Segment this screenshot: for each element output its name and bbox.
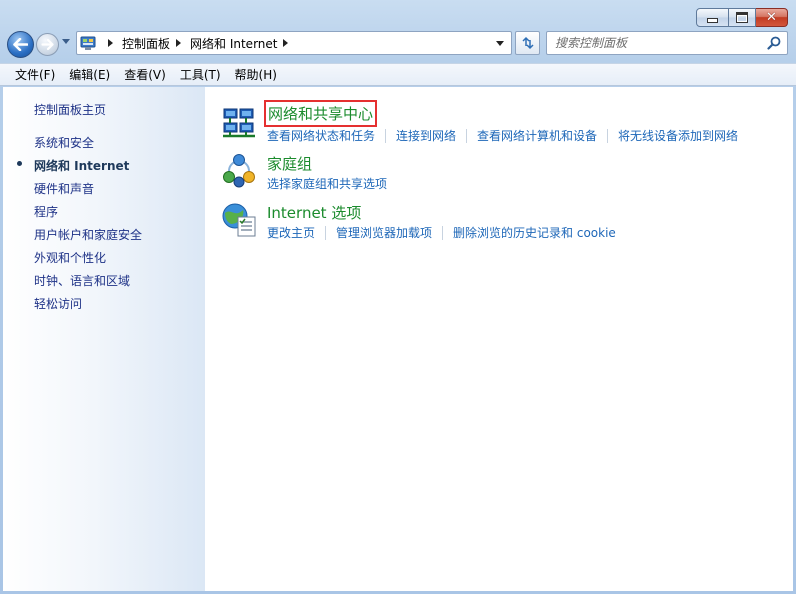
menu-bar: 文件(F) 编辑(E) 查看(V) 工具(T) 帮助(H) xyxy=(0,63,796,86)
sidebar-item-ease-of-access[interactable]: 轻松访问 xyxy=(34,295,82,312)
minimize-icon xyxy=(707,18,718,23)
internet-options-link[interactable]: Internet 选项 xyxy=(267,202,361,223)
sidebar-item-appearance[interactable]: 外观和个性化 xyxy=(34,249,106,266)
sidebar-item-user-accounts[interactable]: 用户帐户和家庭安全 xyxy=(34,226,142,243)
explorer-window: ✕ 控制面板 网络和 Internet 搜索控制面板 文件(F) 编辑(E) 查… xyxy=(0,0,796,594)
active-bullet-icon xyxy=(17,161,22,166)
back-button[interactable] xyxy=(7,31,34,58)
crumb-separator-icon[interactable] xyxy=(283,39,289,47)
maximize-icon xyxy=(736,12,748,23)
view-network-status-link[interactable]: 查看网络状态和任务 xyxy=(267,127,375,144)
network-sharing-center-icon[interactable] xyxy=(221,103,257,139)
sidebar-item-hardware-sound[interactable]: 硬件和声音 xyxy=(34,180,94,197)
refresh-button[interactable] xyxy=(515,31,540,55)
homegroup-sharing-options-link[interactable]: 选择家庭组和共享选项 xyxy=(267,175,387,192)
address-history-dropdown[interactable] xyxy=(489,32,511,54)
manage-addons-link[interactable]: 管理浏览器加载项 xyxy=(336,224,432,241)
change-homepage-link[interactable]: 更改主页 xyxy=(267,224,315,241)
back-arrow-icon xyxy=(13,38,28,51)
forward-button[interactable] xyxy=(36,33,59,56)
control-panel-icon xyxy=(80,36,96,50)
internet-options-links: 更改主页 管理浏览器加载项 删除浏览的历史记录和 cookie xyxy=(267,224,616,241)
address-bar[interactable]: 控制面板 网络和 Internet xyxy=(76,31,512,55)
view-network-computers-link[interactable]: 查看网络计算机和设备 xyxy=(477,127,597,144)
internet-options-icon[interactable] xyxy=(221,202,257,238)
menu-view[interactable]: 查看(V) xyxy=(117,66,173,83)
sidebar-item-network-internet[interactable]: 网络和 Internet xyxy=(34,157,129,174)
close-button[interactable]: ✕ xyxy=(756,8,788,27)
link-divider xyxy=(385,128,387,143)
menu-edit[interactable]: 编辑(E) xyxy=(62,66,117,83)
crumb-separator-icon[interactable] xyxy=(108,39,113,47)
link-divider xyxy=(466,128,468,143)
link-divider xyxy=(442,225,444,240)
add-wireless-device-link[interactable]: 将无线设备添加到网络 xyxy=(618,127,738,144)
menu-tools[interactable]: 工具(T) xyxy=(173,66,228,83)
maximize-button[interactable] xyxy=(729,8,756,27)
menu-file[interactable]: 文件(F) xyxy=(8,66,62,83)
refresh-icon xyxy=(521,36,534,50)
network-links: 查看网络状态和任务 连接到网络 查看网络计算机和设备 将无线设备添加到网络 xyxy=(267,127,738,144)
connect-to-network-link[interactable]: 连接到网络 xyxy=(396,127,456,144)
homegroup-link[interactable]: 家庭组 xyxy=(267,153,312,174)
minimize-button[interactable] xyxy=(696,8,729,27)
network-sharing-center-link[interactable]: 网络和共享中心 xyxy=(263,100,378,127)
content-area: 控制面板主页 系统和安全 网络和 Internet 硬件和声音 程序 用户帐户和… xyxy=(3,87,793,591)
search-icon[interactable] xyxy=(767,36,781,50)
navigation-bar: 控制面板 网络和 Internet xyxy=(0,28,796,62)
forward-arrow-icon xyxy=(41,39,54,50)
search-box[interactable] xyxy=(546,31,788,55)
sidebar-item-clock-language[interactable]: 时钟、语言和区域 xyxy=(34,272,130,289)
homegroup-links: 选择家庭组和共享选项 xyxy=(267,175,387,192)
close-icon: ✕ xyxy=(766,10,777,25)
homegroup-icon[interactable] xyxy=(221,153,257,189)
search-input[interactable] xyxy=(555,35,755,51)
link-divider xyxy=(325,225,327,240)
sidebar: 控制面板主页 系统和安全 网络和 Internet 硬件和声音 程序 用户帐户和… xyxy=(3,87,205,591)
window-caption-buttons: ✕ xyxy=(696,8,788,27)
chevron-down-icon xyxy=(496,40,504,46)
sidebar-home-link[interactable]: 控制面板主页 xyxy=(34,101,106,118)
crumb-separator-icon[interactable] xyxy=(176,39,182,47)
delete-history-link[interactable]: 删除浏览的历史记录和 cookie xyxy=(453,224,616,241)
link-divider xyxy=(607,128,609,143)
crumb-control-panel[interactable]: 控制面板 xyxy=(122,35,170,52)
crumb-network-internet[interactable]: 网络和 Internet xyxy=(190,35,277,52)
recent-pages-dropdown[interactable] xyxy=(62,39,70,44)
sidebar-item-system-security[interactable]: 系统和安全 xyxy=(34,134,94,151)
address-crumbs: 控制面板 网络和 Internet xyxy=(102,35,297,52)
menu-help[interactable]: 帮助(H) xyxy=(228,66,284,83)
sidebar-item-programs[interactable]: 程序 xyxy=(34,203,58,220)
